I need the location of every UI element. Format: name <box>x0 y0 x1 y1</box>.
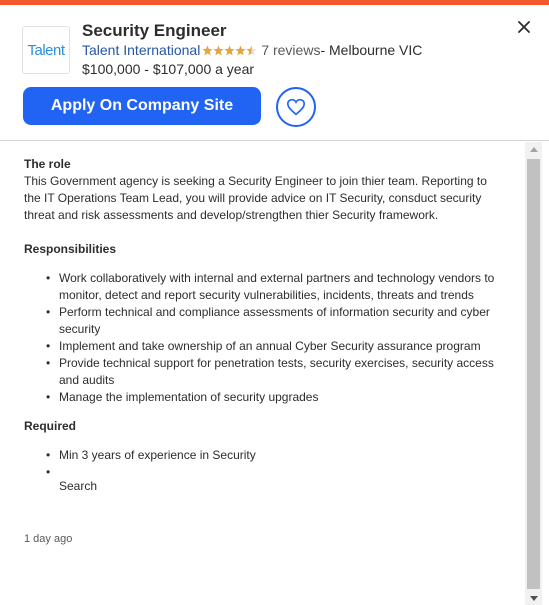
half-star-icon <box>246 45 257 55</box>
scroll-thumb[interactable] <box>527 159 540 589</box>
list-item: • Implement and take ownership of an annu… <box>46 339 481 353</box>
list-item: • Work collaboratively with internal and … <box>46 271 495 302</box>
required-list: • Min 3 years of experience in Security • <box>24 447 501 479</box>
required-heading: Required <box>24 419 77 433</box>
save-job-button[interactable] <box>276 87 316 127</box>
close-icon <box>518 21 530 33</box>
job-location: - Melbourne VIC <box>320 42 423 58</box>
job-header: Talent Security Engineer Talent Internat… <box>0 5 549 141</box>
job-title: Security Engineer <box>82 21 227 40</box>
responsibilities-list: • Work collaboratively with internal and … <box>24 270 501 406</box>
scroll-up-arrow[interactable] <box>525 142 542 156</box>
description-scrollbar[interactable] <box>525 142 542 605</box>
posted-date: 1 day ago <box>24 533 73 545</box>
salary: $100,000 - $107,000 a year <box>82 61 255 77</box>
list-item: • Perform technical and compliance assess… <box>46 305 490 336</box>
scroll-down-arrow[interactable] <box>525 591 542 605</box>
star-icon <box>224 45 235 55</box>
role-text: This Government agency is seeking a Secu… <box>24 174 487 222</box>
responsibilities-heading: Responsibilities <box>24 242 117 256</box>
heart-icon <box>286 98 306 116</box>
triangle-up-icon <box>529 146 538 152</box>
apply-button[interactable]: Apply On Company Site <box>23 87 261 125</box>
close-button[interactable] <box>514 17 534 37</box>
company-logo: Talent <box>22 26 70 74</box>
star-icon <box>202 45 213 55</box>
rating-stars[interactable] <box>202 45 257 56</box>
company-line: Talent International 7 reviews - Melbour… <box>82 42 422 58</box>
list-item: • Manage the implementation of security u… <box>46 390 319 404</box>
role-heading: The role <box>24 157 71 171</box>
reviews-link[interactable]: 7 reviews <box>261 42 320 58</box>
list-item: • Min 3 years of experience in Security <box>46 448 256 462</box>
star-icon <box>235 45 246 55</box>
star-icon <box>213 45 224 55</box>
company-link[interactable]: Talent International <box>82 42 200 58</box>
company-logo-text: Talent <box>27 41 65 59</box>
search-text: Search <box>59 479 98 493</box>
job-description: The role This Government agency is seeki… <box>0 142 525 605</box>
triangle-down-icon <box>529 595 538 601</box>
list-item: • Provide technical support for penetrati… <box>46 356 494 387</box>
